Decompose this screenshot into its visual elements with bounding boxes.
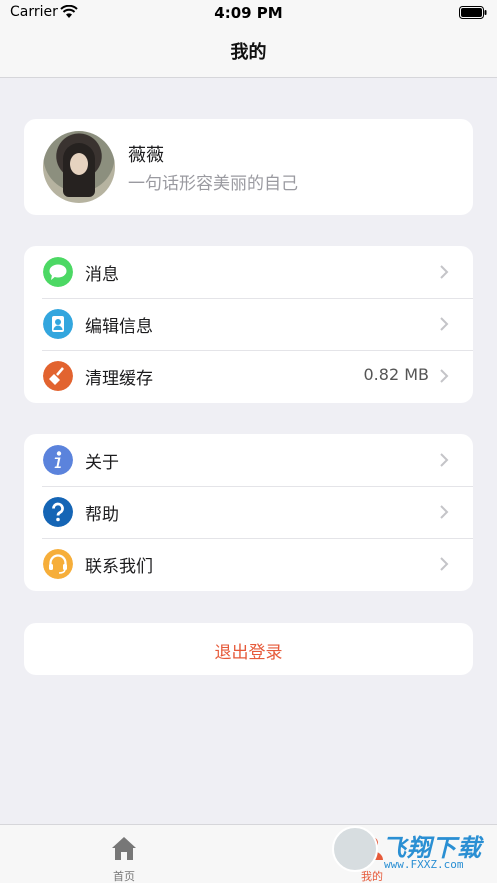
battery-icon	[459, 6, 487, 19]
navigation-bar: 我的	[0, 26, 497, 78]
help-icon	[43, 497, 73, 527]
profile-name: 薇薇	[128, 145, 164, 166]
status-time: 4:09 PM	[214, 4, 283, 22]
chevron-right-icon	[440, 317, 449, 331]
cache-size-value: 0.82 MB	[363, 365, 430, 384]
page-title: 我的	[230, 42, 267, 63]
avatar-face	[70, 153, 88, 175]
menu-item-label: 消息	[85, 265, 119, 285]
profile-card[interactable]: 薇薇 一句话形容美丽的自己	[24, 119, 473, 215]
watermark-logo	[332, 826, 378, 872]
status-bar: Carrier 4:09 PM	[0, 0, 497, 26]
chevron-right-icon	[440, 453, 449, 467]
profile-bio: 一句话形容美丽的自己	[128, 174, 298, 194]
avatar[interactable]	[43, 131, 115, 203]
watermark-url: www.FXXZ.com	[384, 858, 464, 871]
headset-icon	[43, 549, 73, 579]
menu-item-help[interactable]: 帮助	[24, 486, 473, 538]
tab-home-label: 首页	[113, 870, 135, 883]
broom-icon	[43, 361, 73, 391]
message-icon	[43, 257, 73, 287]
tab-home[interactable]: 首页	[64, 825, 184, 883]
info-icon	[43, 445, 73, 475]
menu-item-label: 关于	[85, 453, 119, 473]
chevron-right-icon	[440, 505, 449, 519]
menu-group-support: 关于 帮助 联系我们	[24, 434, 473, 591]
menu-item-about[interactable]: 关于	[24, 434, 473, 486]
menu-item-label: 联系我们	[85, 557, 153, 577]
logout-button[interactable]: 退出登录	[24, 623, 473, 675]
menu-item-messages[interactable]: 消息	[24, 246, 473, 298]
home-icon	[112, 837, 136, 860]
chevron-right-icon	[440, 557, 449, 571]
menu-group-account: 消息 编辑信息 清理缓存 0.82 MB	[24, 246, 473, 403]
menu-item-label: 编辑信息	[85, 317, 153, 337]
menu-item-contact-us[interactable]: 联系我们	[24, 538, 473, 590]
chevron-right-icon	[440, 265, 449, 279]
logout-label: 退出登录	[214, 643, 283, 663]
chevron-right-icon	[440, 369, 449, 383]
user-icon	[43, 309, 73, 339]
menu-item-edit-info[interactable]: 编辑信息	[24, 298, 473, 350]
menu-item-label: 清理缓存	[85, 369, 153, 389]
menu-item-label: 帮助	[85, 505, 119, 525]
menu-item-clear-cache[interactable]: 清理缓存 0.82 MB	[24, 350, 473, 402]
watermark: 飞翔下载 www.FXXZ.com	[330, 826, 490, 878]
